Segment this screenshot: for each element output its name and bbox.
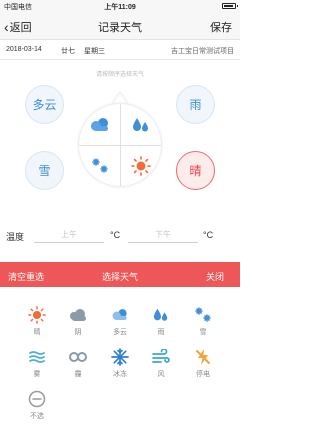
weather-option-label: 晴	[33, 329, 41, 336]
weather-option-label: 停电	[196, 371, 210, 378]
weather-option-cloudy[interactable]: 多云	[100, 300, 140, 340]
wind-icon	[152, 349, 170, 363]
weekday-label: 星期三	[84, 48, 105, 55]
weather-option-fog[interactable]: 雾	[17, 342, 57, 382]
close-button[interactable]: 关闭	[206, 270, 224, 283]
date-label: 2018-03-14	[6, 46, 42, 53]
picked-weather-top-left[interactable]: 多云	[25, 85, 64, 124]
snow-icon	[91, 157, 108, 173]
battery-icon	[222, 3, 238, 9]
weather-option-label: 风	[157, 371, 165, 378]
picked-weather-bottom-right[interactable]: 晴	[176, 151, 215, 190]
weather-option-rain[interactable]: 雨	[141, 300, 181, 340]
temperature-label: 温度	[6, 232, 25, 242]
weather-option-none[interactable]: 不选	[17, 384, 57, 424]
wheel-quadrant-rain[interactable]	[120, 104, 161, 145]
weather-option-sunny[interactable]: 晴	[17, 300, 57, 340]
snow-icon	[195, 307, 211, 322]
selection-hint: 请按顺序选择天气	[95, 72, 144, 78]
date-info-row: 2018-03-14 廿七 星期三 吉工宝日常测试项目	[0, 41, 240, 60]
wheel-quadrant-sunny[interactable]	[120, 145, 161, 186]
weather-option-haze[interactable]: 霾	[58, 342, 98, 382]
sunny-icon	[130, 155, 151, 176]
haze-icon	[69, 352, 87, 362]
picked-weather-top-right[interactable]: 雨	[176, 85, 215, 124]
weather-option-label: 多云	[113, 329, 127, 336]
afternoon-temperature-input[interactable]	[128, 227, 198, 243]
weather-option-power-outage[interactable]: 停电	[183, 342, 223, 382]
celsius-unit-morning: °C	[110, 230, 121, 240]
weather-option-label: 阴	[74, 329, 82, 336]
power-outage-icon	[196, 349, 210, 365]
navigation-bar: ‹ 返回 记录天气 保存	[0, 12, 240, 40]
weather-option-label: 雨	[157, 329, 165, 336]
weather-option-snow[interactable]: 雪	[183, 300, 223, 340]
weather-sheet-header: 清空重选 选择天气 关闭	[0, 262, 240, 287]
weather-wheel	[79, 104, 161, 186]
wheel-quadrant-cloudy[interactable]	[79, 104, 120, 145]
sheet-title: 选择天气	[101, 272, 138, 282]
rain-icon	[132, 117, 148, 131]
weather-options-grid: 晴 阴 多云 雨 雪 雾 霾 冰冻 风 停电 不选	[0, 292, 240, 427]
weather-option-wind[interactable]: 风	[141, 342, 181, 382]
lunar-date-label: 廿七	[61, 48, 75, 55]
weather-option-freeze[interactable]: 冰冻	[100, 342, 140, 382]
sunny-icon	[28, 306, 46, 324]
rain-icon	[153, 308, 168, 321]
page-title: 记录天气	[98, 22, 142, 34]
weather-option-label: 不选	[30, 413, 44, 420]
fog-icon	[29, 351, 45, 363]
morning-temperature-input[interactable]	[34, 227, 104, 243]
cloudy-icon	[90, 117, 108, 131]
celsius-unit-afternoon: °C	[203, 230, 214, 240]
project-name: 吉工宝日常测试项目	[171, 48, 234, 55]
clock-label: 上午11:09	[104, 4, 136, 11]
none-icon	[28, 390, 46, 408]
overcast-icon	[70, 309, 86, 321]
wheel-quadrant-snow[interactable]	[79, 145, 120, 186]
weather-option-label: 霾	[74, 371, 82, 378]
weather-option-label: 雪	[199, 329, 207, 336]
cloudy-icon	[112, 309, 127, 320]
weather-option-label: 冰冻	[113, 371, 127, 378]
weather-option-overcast[interactable]: 阴	[58, 300, 98, 340]
save-button[interactable]: 保存	[210, 19, 232, 35]
temperature-row: 温度 °C °C	[0, 223, 240, 249]
picked-weather-bottom-left[interactable]: 雪	[25, 151, 64, 190]
status-bar: 中国电信 上午11:09	[0, 0, 240, 12]
freeze-icon	[111, 348, 129, 366]
weather-option-label: 雾	[33, 371, 41, 378]
